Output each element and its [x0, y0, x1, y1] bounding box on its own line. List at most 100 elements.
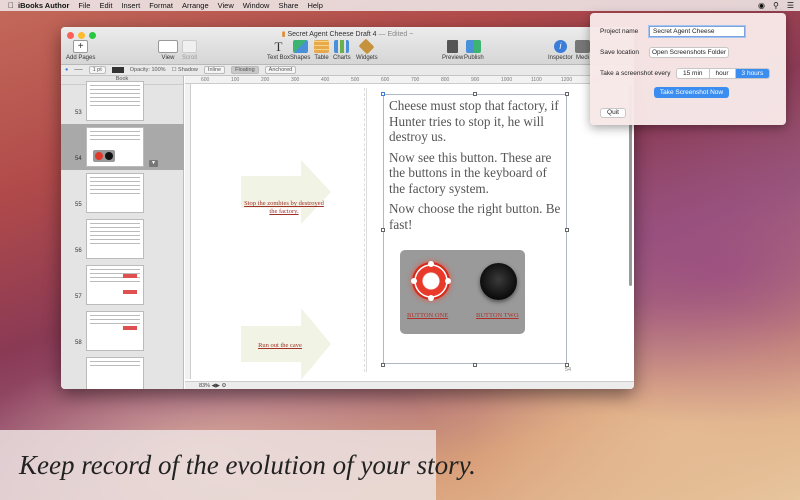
list-icon[interactable]: ☰ [787, 1, 794, 10]
button-widget: BUTTON ONE BUTTON TWO [400, 250, 525, 334]
scroll-label: Scroll [182, 55, 198, 61]
shadow-checkbox[interactable]: ☐ Shadow [172, 67, 198, 73]
add-pages-button[interactable]: + Add Pages [66, 40, 95, 61]
text-box-button[interactable]: T Text Box [267, 40, 290, 61]
page-number: 54 [75, 156, 82, 162]
open-screenshots-folder-button[interactable]: Open Screenshots Folder [649, 47, 729, 58]
ruler-tick: 600 [381, 77, 390, 83]
menu-help[interactable]: Help [307, 1, 322, 10]
stroke-style-icon[interactable]: ● [65, 67, 68, 73]
paragraph-3[interactable]: Now choose the right button. Be fast! [389, 201, 566, 232]
selection-handle[interactable] [565, 92, 569, 96]
ruler-tick: 1000 [501, 77, 513, 83]
scroll-button[interactable]: Scroll [182, 40, 197, 61]
apple-icon[interactable]:  [8, 1, 18, 10]
thumbnail-image [86, 357, 144, 389]
thumbnail-image [86, 265, 144, 305]
selection-handle[interactable] [381, 92, 385, 96]
page-thumbnail-57[interactable]: 57 [61, 262, 184, 308]
page-number: 55 [75, 202, 82, 208]
take-screenshot-now-button[interactable]: Take Screenshot Now [654, 87, 729, 98]
button-one[interactable] [411, 261, 451, 301]
stroke-width-select[interactable]: 1 pt [88, 66, 106, 74]
button-one-dot [445, 278, 451, 284]
opacity-control[interactable]: Opacity: 100% [130, 67, 166, 73]
quit-button[interactable]: Quit [600, 108, 626, 118]
charts-label: Charts [333, 55, 351, 61]
arrow-label-1: Stop the zombies by destroyed the factor… [244, 200, 324, 216]
line-style-select[interactable]: ⎯⎯⎯ [74, 67, 82, 74]
button-two-label[interactable]: BUTTON TWO [476, 312, 519, 319]
widgets-icon [358, 38, 375, 55]
wrap-inline[interactable]: Inline [203, 66, 226, 74]
button-one-dot [428, 295, 434, 301]
add-pages-label: Add Pages [66, 55, 96, 61]
preview-button[interactable]: Preview [442, 40, 463, 61]
preview-label: Preview [442, 55, 464, 61]
page-thumbnail-53[interactable]: 53 [61, 78, 184, 124]
charts-button[interactable]: Charts [333, 40, 351, 61]
media-button[interactable]: Medi [575, 40, 590, 61]
search-icon[interactable]: ⚲ [773, 1, 779, 10]
thumbnail-image [86, 219, 144, 259]
interval-15-min[interactable]: 15 min [677, 69, 710, 78]
view-label: View [161, 55, 175, 61]
wrap-floating[interactable]: Floating [231, 66, 259, 74]
shapes-icon [292, 40, 308, 53]
publish-button[interactable]: Publish [464, 40, 484, 61]
media-icon [575, 40, 590, 53]
interval-label: Take a screenshot every [600, 70, 671, 77]
page-thumbnail-55[interactable]: 55 [61, 170, 184, 216]
zoom-stepper-icon[interactable]: ◀▶ [212, 383, 220, 389]
zoom-select[interactable]: 83% [199, 383, 210, 389]
project-name-label: Project name [600, 28, 639, 35]
inspector-button[interactable]: i Inspector [548, 40, 573, 61]
selection-handle[interactable] [381, 363, 385, 367]
interval-3-hours[interactable]: 3 hours [735, 69, 770, 78]
widgets-button[interactable]: Widgets [356, 38, 378, 61]
view-button[interactable]: View [158, 40, 178, 61]
page-thumbnail-54[interactable]: 54 ▼ [61, 124, 184, 170]
menu-format[interactable]: Format [149, 1, 173, 10]
interval-hour[interactable]: hour [710, 69, 736, 78]
selection-handle[interactable] [473, 92, 477, 96]
menu-app-name[interactable]: iBooks Author [18, 1, 69, 10]
paragraph-2[interactable]: Now see this button. These are the butto… [389, 150, 566, 197]
page-thumbnail-56[interactable]: 56 [61, 216, 184, 262]
gear-icon[interactable]: ⚙ [222, 383, 227, 389]
paragraph-1[interactable]: Cheese must stop that factory, if Hunter… [389, 98, 566, 145]
shapes-button[interactable]: Shapes [290, 40, 310, 61]
ruler-tick: 800 [441, 77, 450, 83]
shadow-label: Shadow [178, 67, 198, 73]
menu-insert[interactable]: Insert [121, 1, 140, 10]
page-thumbnail-58[interactable]: 58 [61, 308, 184, 354]
wrap-anchored[interactable]: Anchored [264, 66, 297, 74]
menu-window[interactable]: Window [243, 1, 270, 10]
menu-share[interactable]: Share [278, 1, 298, 10]
button-one-label[interactable]: BUTTON ONE [407, 312, 448, 319]
vertical-ruler [185, 84, 191, 379]
table-button[interactable]: Table [314, 40, 329, 61]
page-thumbnails-sidebar: Book 53 54 ▼ 55 56 57 58 [61, 76, 184, 389]
selection-handle[interactable] [381, 228, 385, 232]
app-status-icon[interactable]: ◉ [758, 1, 765, 10]
document-status: — Edited ~ [378, 31, 414, 38]
menu-edit[interactable]: Edit [99, 1, 112, 10]
button-two[interactable] [480, 263, 517, 300]
page-canvas[interactable]: 600 100 200 300 400 500 600 700 800 900 … [185, 76, 634, 389]
selection-handle[interactable] [565, 228, 569, 232]
menu-arrange[interactable]: Arrange [182, 1, 209, 10]
horizontal-ruler: 600 100 200 300 400 500 600 700 800 900 … [185, 76, 634, 84]
page-thumbnail-next[interactable] [61, 354, 184, 389]
stroke-color-swatch[interactable] [111, 67, 124, 73]
ruler-tick: 100 [231, 77, 240, 83]
button-one-dot [428, 261, 434, 267]
thumbnail-menu-icon[interactable]: ▼ [149, 160, 158, 167]
menu-file[interactable]: File [78, 1, 90, 10]
menu-view[interactable]: View [218, 1, 234, 10]
selection-handle[interactable] [473, 363, 477, 367]
project-name-field[interactable]: Secret Agent Cheese [649, 26, 745, 37]
widgets-label: Widgets [356, 55, 378, 61]
ruler-tick: 900 [471, 77, 480, 83]
document-title: ▮ Secret Agent Cheese Draft 4 — Edited ~ [61, 30, 634, 38]
